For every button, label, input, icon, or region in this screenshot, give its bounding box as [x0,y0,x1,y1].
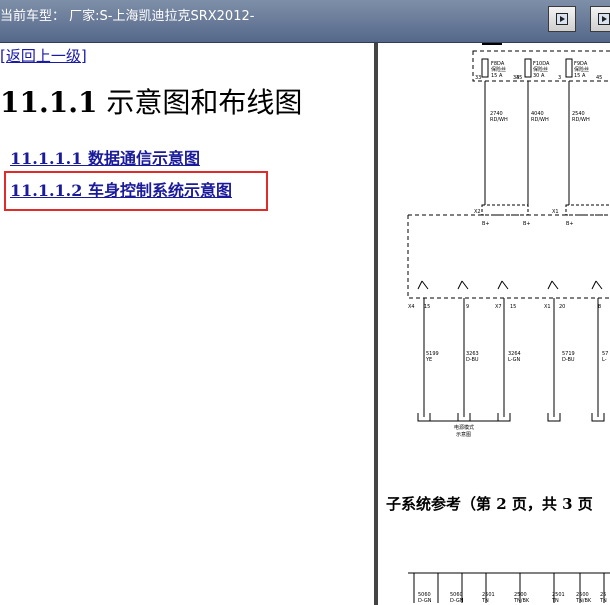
terminals [417,413,605,422]
wire-color: TN [551,598,559,604]
connector-label: X1 [544,304,551,310]
wire-color: D-BU [466,357,479,363]
wire-color: TN [481,598,489,604]
bplus-label: B+ [482,221,490,227]
bplus-label: B+ [523,221,531,227]
fuse-rating: 15 A [574,73,586,79]
wire-color: L- [602,357,607,363]
wire-color: D-GN [450,598,464,604]
wire-color: L-GN [508,357,521,363]
fuse-desc: 保险丝 [533,66,548,73]
link-body-control-schematic[interactable]: 11.1.1.2 车身控制系统示意图 [10,177,232,201]
pin-label: 20 [559,304,565,310]
wire-color: TN/BK [513,598,530,604]
content-pane: [返回上一级] 11.1.1 示意图和布线图 11.1.1.1 数据通信示意图 … [0,43,374,605]
forward-button[interactable] [548,6,576,32]
back-link[interactable]: [返回上一级] [0,45,87,66]
wire-color: D-GN [418,598,432,604]
subsystem-reference: 子系统参考（第 2 页，共 3 页 [386,495,593,513]
pin-label: 15 [510,304,516,310]
fuse-1: F10DA 保险丝 30 A 35 [516,58,550,81]
connector-x1 [565,204,610,216]
link-data-comm-schematic[interactable]: 11.1.1.1 数据通信示意图 [10,145,200,169]
wire-color: RD/WH [490,117,508,123]
fuse-rating: 15 A [491,73,503,79]
navigate-forward-icon [556,13,568,25]
wire-color: YE [425,357,432,363]
navigate-forward-icon [598,13,610,25]
toolbar-button-2[interactable] [590,6,610,32]
mode-label: 电源模式 [454,424,474,431]
page-title: 11.1.1 示意图和布线图 [0,86,303,119]
fuse-desc: 保险丝 [491,66,506,73]
mode-label: 示意图 [456,431,471,438]
wiring-diagram-pane: F8DA 保险丝 15 A 33 34 F10DA 保险丝 30 A 35 F9… [378,43,610,605]
window-title: 当前车型： 厂家:S-上海凯迪拉克SRX2012- [0,9,255,24]
pin-label: 15 [424,304,430,310]
wire-color: RD/WH [572,117,590,123]
wiring-diagram: F8DA 保险丝 15 A 33 34 F10DA 保险丝 30 A 35 F9… [407,43,610,604]
fuse-pin-out: 45 [596,75,602,81]
fuse-rating: 30 A [533,73,545,79]
switches [417,280,603,290]
module-outline [407,214,610,299]
fuse-pin-in: 35 [516,75,522,81]
fuse-0: F8DA 保险丝 15 A 33 34 [475,58,519,81]
connector-label: X2 [474,209,481,215]
bplus-label: B+ [566,221,574,227]
connector-label: X1 [552,209,559,215]
fuse-pin-in: 33 [475,75,481,81]
wire-color: RD/WH [531,117,549,123]
wire-color: TN/BK [575,598,592,604]
connector-label: X4 [408,304,415,310]
wire-color: D-BU [562,357,575,363]
pin-label: 9 [466,304,469,310]
fuse-pin-in: 3 [558,75,561,81]
fuse-2: F9DA 保险丝 15 A 3 45 [558,58,602,81]
wire-color: TN [599,598,607,604]
title-bar: 当前车型： 厂家:S-上海凯迪拉克SRX2012- [0,0,610,43]
fuse-desc: 保险丝 [574,66,589,73]
connector-label: X7 [495,304,502,310]
connector-x2 [481,204,529,216]
